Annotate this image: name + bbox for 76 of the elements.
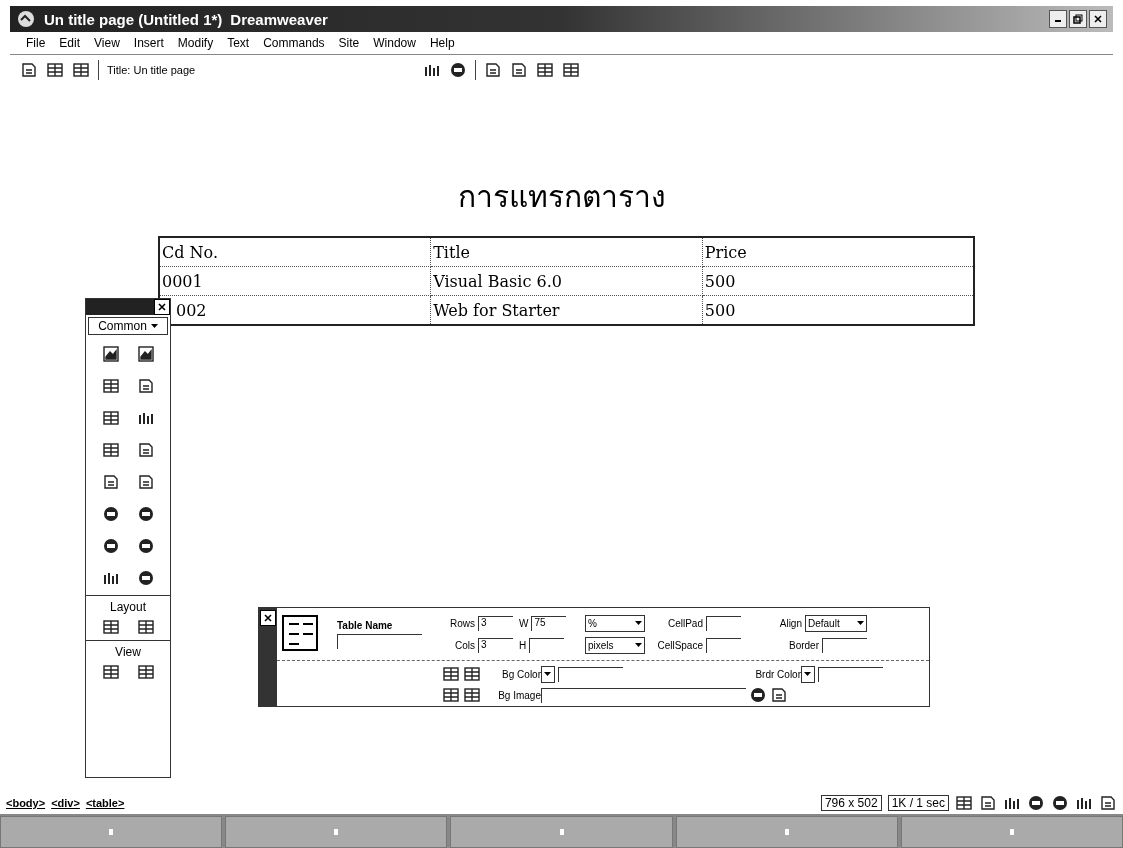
cellspace-label: CellSpace	[657, 639, 703, 651]
border-field[interactable]	[822, 637, 867, 653]
document-icon[interactable]	[136, 473, 155, 491]
title-label: Title:	[107, 64, 131, 76]
menu-item[interactable]: Site	[338, 36, 360, 50]
section-label: Layout	[110, 600, 146, 614]
app-name: Dreamweaver	[230, 10, 328, 28]
restore-icon	[1073, 14, 1083, 24]
page-heading: การแทรกตาราง	[457, 178, 666, 216]
cellpad-label: CellPad	[667, 617, 703, 629]
table-cell: Visual Basic 6.0	[430, 266, 703, 296]
align-label: Align	[779, 617, 802, 629]
table-cell: 0001	[159, 266, 431, 296]
cellspace-field[interactable]	[706, 637, 741, 653]
caret-icon	[804, 672, 811, 676]
color-picker[interactable]	[801, 665, 815, 683]
caret-icon	[635, 621, 642, 625]
caret-icon	[544, 672, 551, 676]
width-label: W	[519, 617, 529, 629]
app-icon	[16, 9, 36, 29]
bg-image-label: Bg Image	[497, 689, 541, 701]
menu-item[interactable]: Commands	[263, 36, 325, 50]
image-icon[interactable]	[101, 345, 120, 363]
menu-item[interactable]: Insert	[133, 36, 164, 50]
menu-item[interactable]: Help	[429, 36, 455, 50]
table-name-field[interactable]	[337, 633, 422, 649]
height-field[interactable]	[529, 637, 565, 653]
close-button[interactable]	[154, 299, 170, 315]
window-title: Un title page (Untitled 1*)	[44, 10, 223, 28]
table-header-cell: Cd No.	[159, 237, 431, 267]
caret-icon	[857, 621, 864, 625]
tag-link[interactable]: <div>	[51, 797, 80, 809]
unit-dropdown[interactable]: pixels	[585, 636, 645, 654]
align-dropdown[interactable]: Default	[805, 614, 867, 632]
table-icon[interactable]	[101, 377, 120, 395]
table-icon	[281, 614, 321, 654]
bg-image-field[interactable]	[541, 687, 746, 703]
unit-dropdown[interactable]: %	[585, 614, 645, 632]
section-label: View	[115, 645, 141, 659]
menu-item[interactable]: Text	[227, 36, 250, 50]
menu-item[interactable]: Window	[373, 36, 416, 50]
table-name-label: Table Name	[337, 619, 393, 631]
width-field[interactable]: 75	[531, 615, 567, 631]
bg-color-label: Bg Color	[501, 668, 541, 680]
number-field[interactable]: 3	[478, 637, 513, 653]
table-cell: Web for Starter	[430, 295, 703, 325]
table-header-cell: Title	[430, 237, 703, 267]
cellpad-field[interactable]	[706, 615, 741, 631]
menu-item[interactable]: View	[94, 36, 120, 50]
tag-link[interactable]: <body>	[6, 797, 46, 809]
close-icon	[264, 614, 272, 622]
menu-item[interactable]: Edit	[59, 36, 81, 50]
field-label: Cols	[455, 639, 475, 651]
brdr-color-field[interactable]	[818, 666, 883, 682]
bg-color-field[interactable]	[558, 666, 623, 682]
brdr-color-label: Brdr Color	[754, 668, 801, 680]
color-picker[interactable]	[541, 665, 555, 683]
category-dropdown[interactable]: Common	[88, 317, 168, 335]
tag-link[interactable]: <table>	[85, 797, 125, 809]
menu-item[interactable]: Modify	[177, 36, 214, 50]
restore-button[interactable]	[1069, 10, 1087, 28]
caret-icon	[635, 643, 642, 647]
close-icon	[1094, 15, 1102, 23]
minimize-button[interactable]	[1049, 10, 1067, 28]
height-label: H	[519, 639, 527, 651]
caret-icon	[150, 324, 158, 328]
window-size[interactable]: 796 x 502	[820, 795, 882, 811]
menu-item[interactable]: File	[26, 36, 46, 50]
number-field[interactable]: 3	[478, 615, 513, 631]
field-label: Rows	[450, 617, 475, 629]
title-field[interactable]: Un title page	[133, 64, 196, 76]
close-button[interactable]	[1089, 10, 1107, 28]
close-icon	[158, 303, 166, 311]
download-time: 1K / 1 sec	[887, 795, 949, 811]
close-button[interactable]	[260, 610, 276, 626]
border-label: Border	[789, 639, 819, 651]
